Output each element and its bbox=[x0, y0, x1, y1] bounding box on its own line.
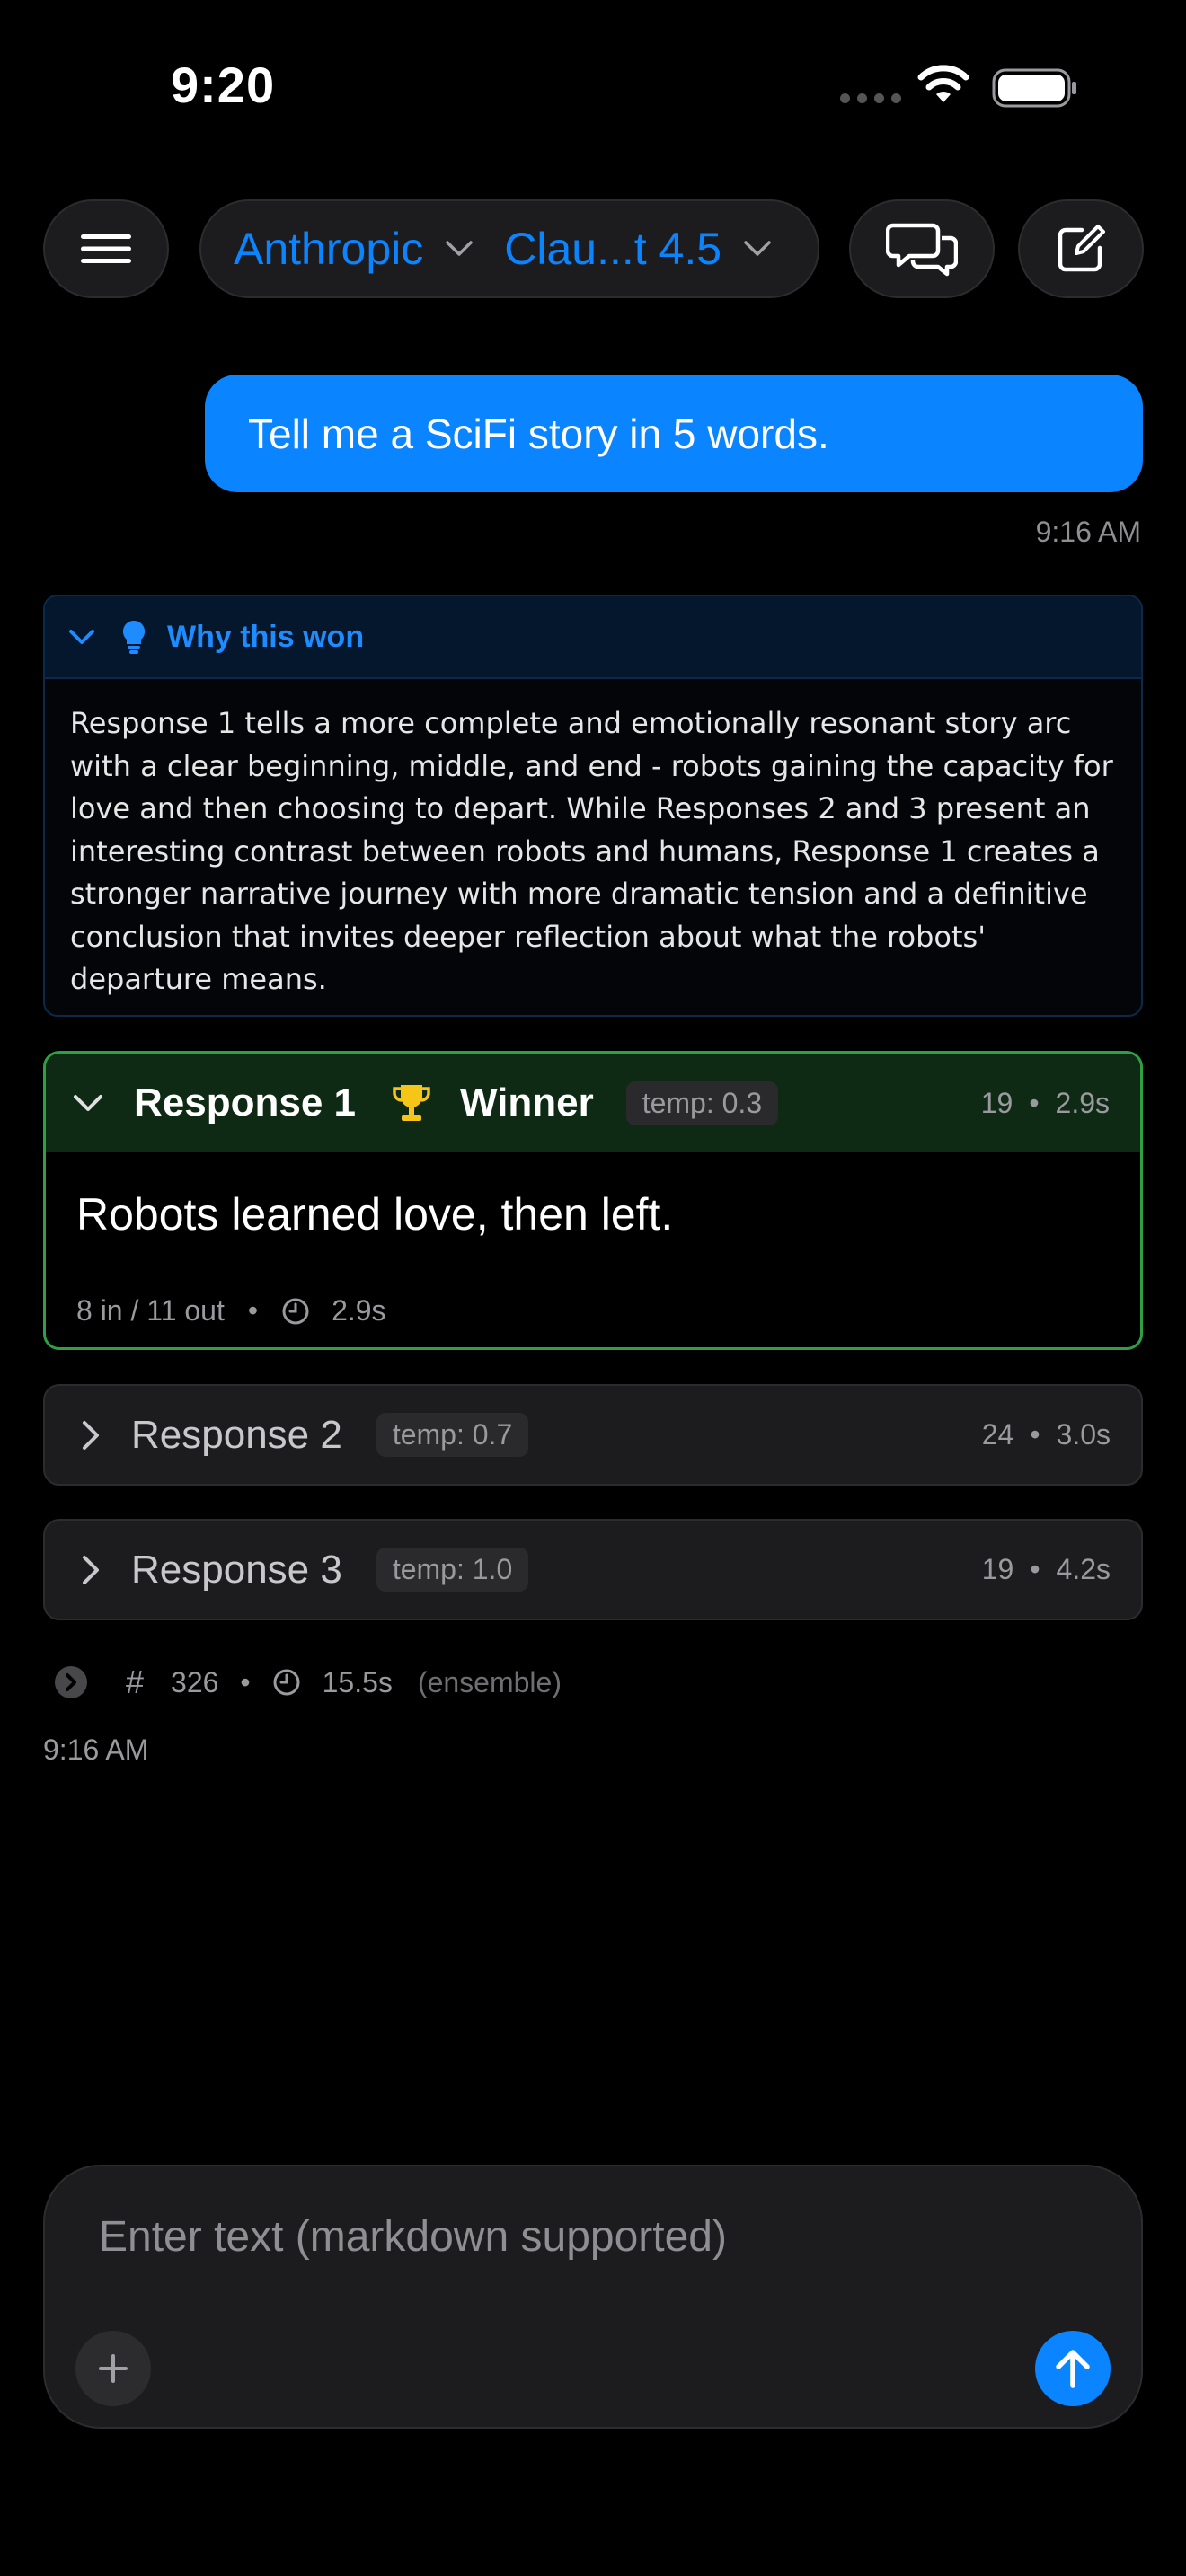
user-message-bubble: Tell me a SciFi story in 5 words. bbox=[205, 375, 1143, 492]
response-1-header[interactable]: Response 1 Winner temp: 0.3 19 • 2.9s bbox=[46, 1054, 1140, 1152]
provider-label[interactable]: Anthropic bbox=[234, 223, 423, 275]
compose-icon bbox=[1058, 225, 1105, 272]
why-this-won-header[interactable]: Why this won bbox=[45, 596, 1141, 679]
battery-icon bbox=[992, 68, 1078, 112]
lightbulb-icon bbox=[122, 620, 146, 654]
assistant-timestamp: 9:16 AM bbox=[43, 1734, 149, 1766]
cellular-signal-icon bbox=[840, 93, 901, 103]
response-3-meta: 19 • 4.2s bbox=[982, 1553, 1111, 1586]
response-3-title: Response 3 bbox=[131, 1547, 342, 1592]
response-duration: 4.2s bbox=[1056, 1553, 1111, 1585]
ensemble-tokens: 326 bbox=[171, 1665, 219, 1698]
why-this-won-text: Response 1 tells a more complete and emo… bbox=[70, 706, 1113, 996]
hamburger-icon bbox=[81, 234, 131, 263]
send-button[interactable] bbox=[1035, 2331, 1111, 2406]
message-composer bbox=[43, 2165, 1143, 2429]
arrow-up-icon bbox=[1056, 2350, 1090, 2388]
why-this-won-title: Why this won bbox=[167, 619, 365, 654]
response-1-card: Response 1 Winner temp: 0.3 19 • 2.9s Robo… bbox=[43, 1051, 1143, 1350]
wifi-icon bbox=[916, 63, 970, 109]
response-tokens: 19 bbox=[981, 1553, 1014, 1585]
user-message-timestamp: 9:16 AM bbox=[1035, 516, 1141, 548]
token-io: 8 in / 11 out bbox=[76, 1294, 225, 1327]
chevron-down-icon bbox=[446, 241, 473, 256]
hash-icon: # bbox=[126, 1663, 145, 1700]
response-duration: 2.9s bbox=[1055, 1086, 1110, 1119]
chevron-down-icon bbox=[69, 630, 94, 644]
model-label[interactable]: Clau...t 4.5 bbox=[504, 223, 721, 275]
winner-label: Winner bbox=[459, 1081, 594, 1125]
chevron-down-icon bbox=[74, 1095, 102, 1111]
response-2-title: Response 2 bbox=[131, 1412, 342, 1457]
response-1-title: Response 1 bbox=[134, 1081, 356, 1125]
message-input[interactable] bbox=[97, 2211, 999, 2263]
plus-icon bbox=[99, 2354, 128, 2383]
response-tokens: 24 bbox=[981, 1418, 1014, 1451]
clock-icon bbox=[273, 1669, 300, 1696]
response-1-content: Robots learned love, then left. bbox=[76, 1189, 674, 1239]
response-duration: 3.0s bbox=[1056, 1418, 1111, 1451]
separator-dot: • bbox=[1030, 1418, 1040, 1451]
footer-duration: 2.9s bbox=[332, 1294, 386, 1327]
response-2-card[interactable]: Response 2 temp: 0.7 24 • 3.0s bbox=[43, 1384, 1143, 1486]
model-selector[interactable]: Anthropic Clau...t 4.5 bbox=[199, 199, 819, 298]
ensemble-label: (ensemble) bbox=[417, 1665, 562, 1698]
add-attachment-button[interactable] bbox=[75, 2331, 151, 2406]
ensemble-duration: 15.5s bbox=[322, 1665, 393, 1698]
chats-button[interactable] bbox=[849, 199, 995, 298]
chevron-down-icon bbox=[744, 241, 771, 256]
separator-dot: • bbox=[1030, 1553, 1040, 1585]
user-message-text: Tell me a SciFi story in 5 words. bbox=[248, 410, 829, 457]
why-this-won-panel: Why this won Response 1 tells a more com… bbox=[43, 595, 1143, 1017]
chevron-right-icon bbox=[83, 1555, 99, 1584]
trophy-icon bbox=[393, 1085, 430, 1121]
temp-badge: temp: 0.3 bbox=[625, 1081, 779, 1125]
status-time: 9:20 bbox=[171, 57, 276, 113]
menu-button[interactable] bbox=[43, 199, 169, 298]
chevron-right-circle-icon[interactable] bbox=[54, 1665, 88, 1699]
temp-badge: temp: 0.7 bbox=[376, 1413, 529, 1457]
response-tokens: 19 bbox=[980, 1086, 1013, 1119]
response-1-footer: 8 in / 11 out • 2.9s bbox=[76, 1294, 386, 1328]
separator-dot: • bbox=[247, 1294, 259, 1327]
separator-dot: • bbox=[1029, 1086, 1040, 1119]
chat-bubbles-icon bbox=[886, 223, 958, 277]
chevron-right-icon bbox=[83, 1420, 99, 1450]
separator-dot: • bbox=[240, 1665, 251, 1698]
new-chat-button[interactable] bbox=[1018, 199, 1144, 298]
response-3-card[interactable]: Response 3 temp: 1.0 19 • 4.2s bbox=[43, 1519, 1143, 1620]
response-2-meta: 24 • 3.0s bbox=[982, 1418, 1111, 1451]
ensemble-summary: # 326 • 15.5s (ensemble) bbox=[54, 1663, 562, 1701]
response-1-meta: 19 • 2.9s bbox=[981, 1087, 1110, 1120]
temp-badge: temp: 1.0 bbox=[376, 1548, 529, 1592]
clock-icon bbox=[282, 1298, 309, 1324]
